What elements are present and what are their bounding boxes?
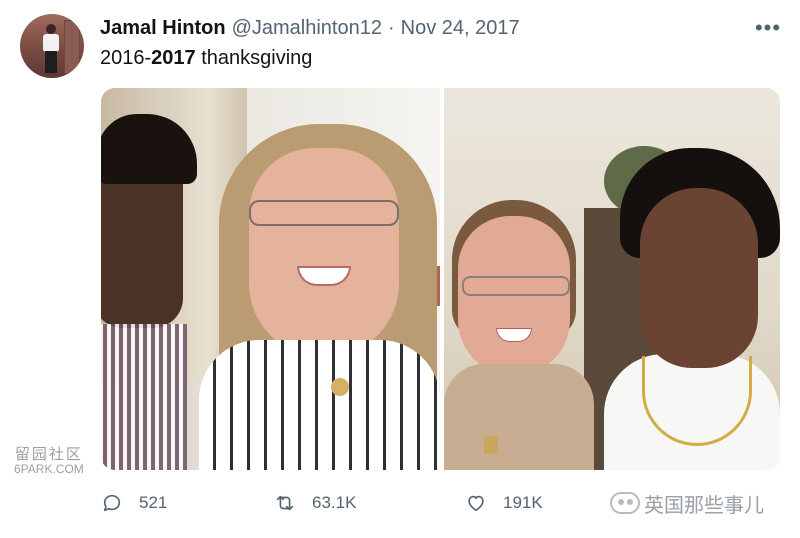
heart-icon xyxy=(468,495,484,512)
person-woman-face xyxy=(249,148,399,358)
more-options-icon[interactable]: ••• xyxy=(754,16,782,40)
reply-button[interactable]: 521 xyxy=(101,490,167,516)
watermark-wechat-text: 英国那些事儿 xyxy=(644,494,764,517)
avatar-figure-body xyxy=(43,34,59,52)
author-avatar[interactable] xyxy=(20,14,84,78)
reply-bubble-icon xyxy=(103,494,121,512)
person-woman-face xyxy=(458,216,570,376)
photo-2017[interactable] xyxy=(444,88,780,470)
retweet-arrows-icon xyxy=(276,495,294,511)
reply-count: 521 xyxy=(139,493,168,512)
person-woman-striped-top xyxy=(199,340,440,470)
author-handle[interactable]: @Jamalhinton12 xyxy=(232,17,382,40)
person-young-man-face xyxy=(640,188,758,368)
tweet-media xyxy=(101,88,780,470)
tweet-header: Jamal Hinton @Jamalhinton12 · Nov 24, 20… xyxy=(100,16,520,40)
watermark-6park-cjk: 留园社区 xyxy=(14,446,83,463)
avatar-figure-head xyxy=(46,24,56,34)
photo-2016[interactable] xyxy=(101,88,440,470)
person-woman-pendant xyxy=(484,436,498,454)
person-woman-glasses xyxy=(249,200,399,226)
retweet-button[interactable]: 63.1K xyxy=(274,490,356,516)
tweet-text-prefix: 2016- xyxy=(100,47,152,69)
tweet-text: 2016-2017 thanksgiving xyxy=(100,47,312,70)
like-button[interactable]: 191K xyxy=(465,490,543,516)
tweet-date[interactable]: Nov 24, 2017 xyxy=(401,17,520,40)
watermark-wechat: 英国那些事儿 xyxy=(610,490,764,517)
person-woman-pendant xyxy=(331,378,349,396)
avatar-door xyxy=(64,20,80,74)
tweet-text-suffix: thanksgiving xyxy=(195,47,313,69)
person-woman-glasses xyxy=(462,276,570,296)
header-separator: · xyxy=(387,16,395,39)
person-young-man-shirt xyxy=(101,324,187,470)
retweet-count: 63.1K xyxy=(312,493,357,512)
avatar-figure-legs xyxy=(45,51,57,73)
watermark-6park: 留园社区 6PARK.COM xyxy=(14,446,84,476)
wechat-icon xyxy=(610,492,640,514)
author-name[interactable]: Jamal Hinton xyxy=(100,17,226,40)
like-count: 191K xyxy=(503,493,543,512)
watermark-6park-latin: 6PARK.COM xyxy=(14,462,84,476)
tweet-text-bold: 2017 xyxy=(151,47,196,69)
person-woman-top xyxy=(444,364,594,470)
